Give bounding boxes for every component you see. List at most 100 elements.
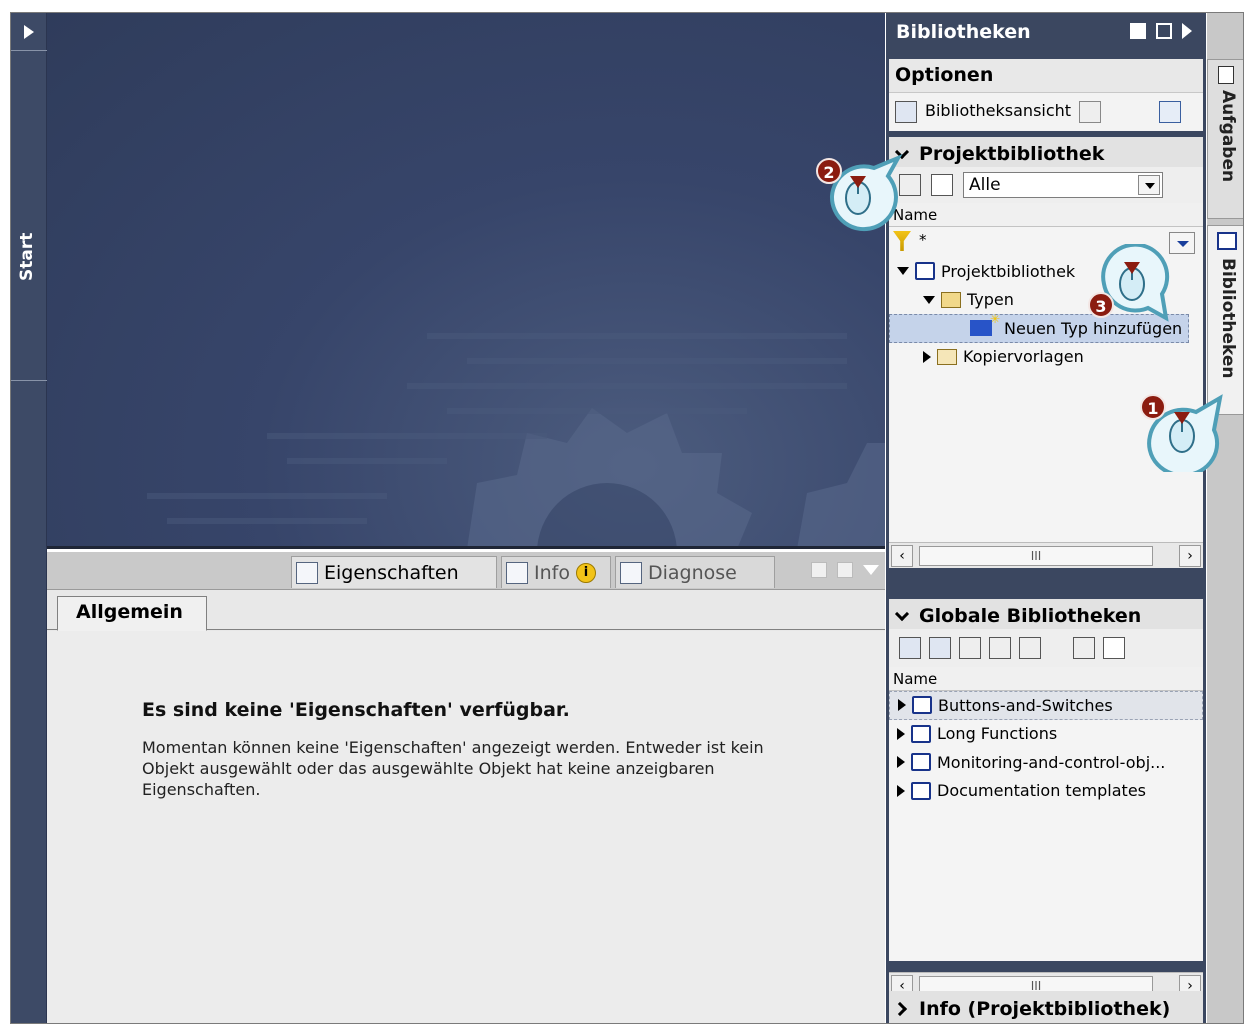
scroll-thumb[interactable]: III (919, 546, 1153, 566)
library-book-icon (1217, 232, 1237, 250)
global-library-item[interactable]: Buttons-and-Switches (889, 691, 1203, 720)
tasks-icon (1218, 66, 1234, 84)
column-header-name[interactable]: Name (889, 203, 1203, 227)
info-badge-icon: i (575, 562, 596, 583)
collapsed-icon[interactable] (897, 756, 905, 769)
tab-diagnose-label: Diagnose (648, 561, 737, 584)
gear-watermark-icon (147, 333, 885, 546)
filter-text[interactable]: * (919, 231, 927, 249)
libraries-window-controls (1130, 23, 1192, 39)
library-view-row: Bibliotheksansicht (889, 93, 1203, 131)
tab-start-label: Start (17, 232, 37, 281)
tab-aufgaben-label: Aufgaben (1218, 90, 1238, 183)
properties-panel: Eigenschaften Info i Diagnose Allgemein … (47, 552, 885, 1023)
tab-start[interactable]: Start (11, 51, 47, 381)
tia-portal-window: Start Eigenschaften Info i Diagnose Allg… (10, 12, 1244, 1024)
type-filter-value: Alle (969, 175, 1001, 195)
chevron-right-icon (24, 24, 34, 39)
global-libraries-toolbar (889, 629, 1203, 667)
no-properties-message: Momentan können keine 'Eigenschaften' an… (142, 738, 764, 799)
master-copies-folder-icon (937, 348, 957, 365)
start-strip: Start (11, 13, 47, 1023)
libraries-pane: Bibliotheken Optionen Bibliotheksansicht… (886, 13, 1206, 1023)
global-library-label: Documentation templates (937, 781, 1146, 801)
close-library-icon[interactable] (989, 637, 1011, 659)
expanded-icon[interactable] (897, 267, 909, 276)
scroll-left-icon[interactable]: ‹ (891, 545, 913, 567)
properties-icon (296, 561, 318, 584)
float-pane-icon[interactable] (1130, 23, 1146, 39)
info-header[interactable]: Info (Projektbibliothek) (889, 991, 1203, 1023)
collapse-panel-icon[interactable] (863, 565, 879, 575)
task-card-tabs: Aufgaben Bibliotheken (1207, 13, 1243, 1023)
global-library-label: Long Functions (937, 724, 1058, 744)
callout-number: 1 (1140, 394, 1166, 420)
expand-start-button[interactable] (11, 13, 47, 51)
new-library-icon[interactable] (899, 637, 921, 659)
options-header[interactable]: Optionen (889, 59, 1203, 93)
project-library-icon (915, 262, 935, 281)
expanded-icon[interactable] (923, 295, 935, 304)
tree-node-label: Kopiervorlagen (963, 347, 1084, 367)
global-library-icon (911, 753, 931, 772)
column-header-name[interactable]: Name (889, 667, 1203, 691)
chevron-right-icon (892, 1001, 908, 1017)
chevron-down-icon (894, 606, 910, 621)
tab-aufgaben[interactable]: Aufgaben (1207, 59, 1243, 219)
project-library-header[interactable]: Projektbibliothek (889, 137, 1203, 167)
global-library-item[interactable]: Monitoring-and-control-obj... (889, 748, 1203, 777)
subtab-allgemein[interactable]: Allgemein (57, 596, 207, 631)
open-library-icon[interactable] (929, 637, 951, 659)
collapsed-icon[interactable] (898, 699, 906, 712)
mouse-click-icon (1101, 244, 1170, 322)
float-window-icon[interactable] (811, 562, 827, 578)
project-tree-scrollbar[interactable]: ‹ III › (889, 542, 1203, 568)
export-library-icon[interactable] (1019, 637, 1041, 659)
global-library-icon (911, 724, 931, 743)
types-folder-icon (941, 291, 961, 308)
show-window-icon[interactable] (1159, 101, 1182, 123)
collapsed-icon[interactable] (897, 727, 905, 740)
libraries-header: Bibliotheken (886, 13, 1206, 51)
callout-number: 3 (1088, 292, 1114, 318)
add-new-type-icon (970, 312, 1000, 337)
global-libraries-header[interactable]: Globale Bibliotheken (889, 599, 1203, 629)
details-view-icon[interactable] (931, 174, 953, 196)
split-window-icon[interactable] (837, 562, 853, 578)
global-library-label: Buttons-and-Switches (938, 695, 1113, 715)
tree-node-kopiervorlagen[interactable]: Kopiervorlagen (889, 343, 1203, 372)
details-view-icon[interactable] (1103, 637, 1125, 659)
tab-eigenschaften-label: Eigenschaften (324, 561, 459, 584)
tab-eigenschaften[interactable]: Eigenschaften (291, 556, 497, 588)
inspector-tabbar: Eigenschaften Info i Diagnose (47, 552, 885, 590)
collapsed-icon[interactable] (923, 350, 931, 363)
global-library-icon (912, 696, 932, 715)
split-pane-icon[interactable] (1156, 23, 1172, 39)
project-library-title: Projektbibliothek (919, 142, 1105, 165)
global-library-item[interactable]: Long Functions (889, 720, 1203, 749)
save-library-icon[interactable] (959, 637, 981, 659)
scroll-right-icon[interactable]: › (1179, 545, 1201, 567)
no-properties-heading: Es sind keine 'Eigenschaften' verfügbar. (142, 699, 570, 721)
collapse-pane-icon[interactable] (1182, 23, 1192, 39)
info-list-icon (506, 561, 528, 584)
open-library-view-icon[interactable] (895, 101, 917, 123)
library-properties-icon[interactable] (1073, 637, 1095, 659)
tab-info-label: Info (534, 561, 570, 584)
collapsed-icon[interactable] (897, 784, 905, 797)
dropdown-arrow-icon[interactable] (1138, 175, 1160, 195)
library-view-label[interactable]: Bibliotheksansicht (925, 101, 1071, 120)
library-settings-icon[interactable] (1079, 101, 1102, 123)
global-library-icon (911, 781, 931, 800)
tab-info[interactable]: Info i (501, 556, 611, 588)
properties-body: Es sind keine 'Eigenschaften' verfügbar.… (47, 631, 885, 1023)
tree-node-label: Typen (967, 290, 1014, 310)
type-filter-select[interactable]: Alle (963, 172, 1163, 198)
global-library-item[interactable]: Documentation templates (889, 777, 1203, 806)
info-header-title: Info (Projektbibliothek) (919, 998, 1171, 1020)
tab-bibliotheken[interactable]: Bibliotheken (1207, 225, 1243, 415)
global-libraries-tree: Name Buttons-and-Switches Long Functions… (889, 667, 1203, 998)
filter-icon[interactable] (893, 231, 911, 251)
inspector-window-controls (811, 562, 879, 578)
tab-diagnose[interactable]: Diagnose (615, 556, 775, 588)
